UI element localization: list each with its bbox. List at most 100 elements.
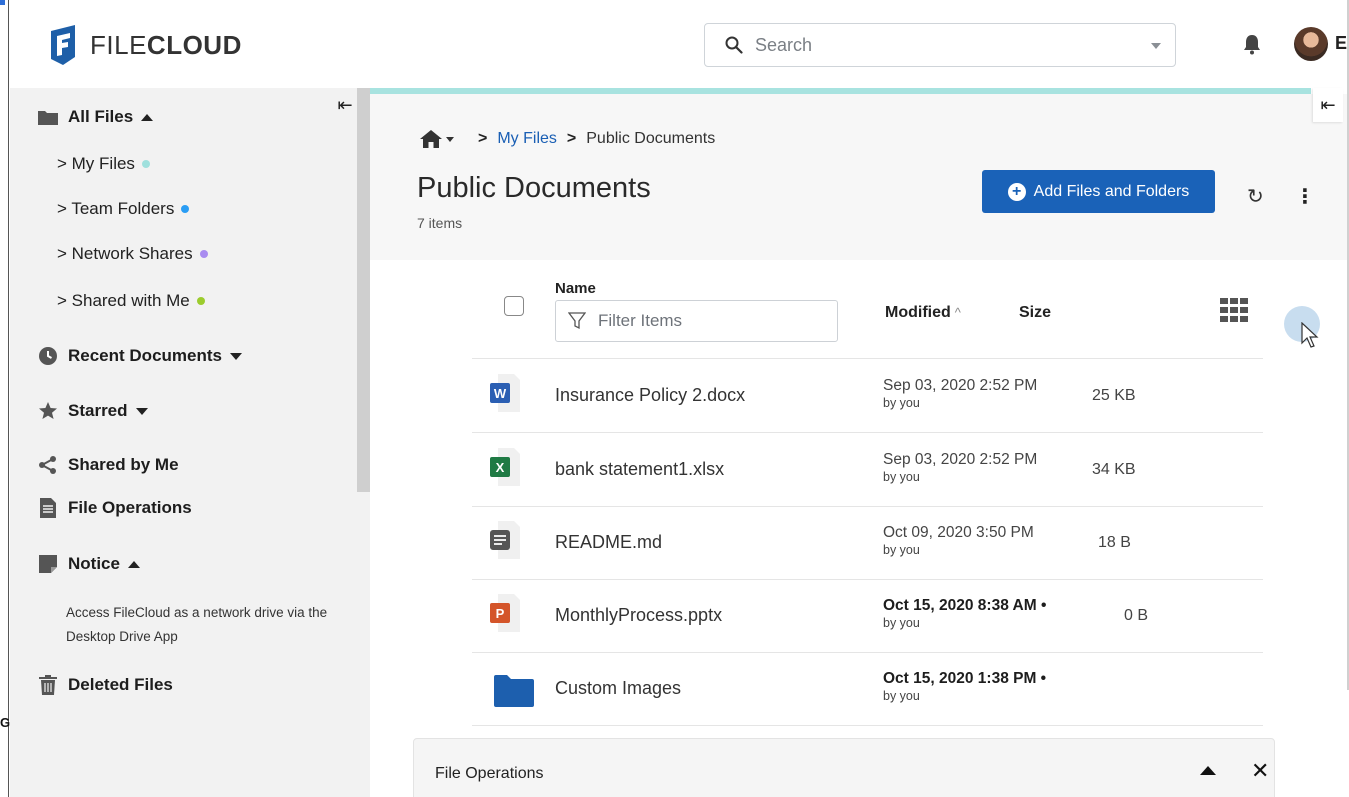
sidebar-item-shared-by-me[interactable]: Shared by Me bbox=[38, 455, 179, 475]
file-row[interactable]: X bank statement1.xlsx Sep 03, 2020 2:52… bbox=[472, 434, 1263, 507]
more-options-icon[interactable]: ⋮ bbox=[1295, 184, 1315, 209]
filecloud-app: FILECLOUD E ⇤ bbox=[10, 0, 1347, 797]
sidebar-item-deleted-files[interactable]: Deleted Files bbox=[38, 675, 173, 695]
refresh-icon[interactable]: ↻ bbox=[1247, 184, 1264, 209]
file-name[interactable]: bank statement1.xlsx bbox=[555, 459, 724, 480]
notice-message: Access FileCloud as a network drive via … bbox=[66, 605, 328, 644]
status-dot bbox=[196, 297, 205, 305]
home-icon[interactable] bbox=[420, 130, 442, 148]
svg-text:X: X bbox=[496, 460, 505, 475]
modified-column-header[interactable]: Modified ^ bbox=[885, 304, 961, 322]
sidebar-item-all-files[interactable]: All Files bbox=[38, 107, 154, 127]
clock-icon bbox=[38, 346, 58, 366]
sidebar-item-shared-with-me[interactable]: > Shared with Me bbox=[57, 291, 205, 311]
sidebar-label: All Files bbox=[68, 107, 134, 126]
file-size: 18 B bbox=[1098, 534, 1131, 551]
sidebar-label: > Shared with Me bbox=[57, 291, 190, 310]
notification-bell-icon[interactable] bbox=[1242, 33, 1262, 55]
expand-arrow-icon bbox=[135, 407, 148, 415]
search-input[interactable] bbox=[755, 34, 1135, 56]
logo-text: FILECLOUD bbox=[90, 29, 242, 60]
modified-date: Oct 15, 2020 8:38 AM • bbox=[883, 597, 1047, 614]
sidebar-label: > Network Shares bbox=[57, 244, 193, 263]
sidebar-item-recent-documents[interactable]: Recent Documents bbox=[38, 346, 242, 366]
modified-date: Oct 15, 2020 1:38 PM • bbox=[883, 670, 1047, 687]
file-operations-panel: File Operations ✕ bbox=[413, 738, 1275, 797]
sidebar-item-file-operations[interactable]: File Operations bbox=[38, 498, 192, 518]
breadcrumb-my-files[interactable]: My Files bbox=[497, 130, 557, 148]
sidebar-scrollbar[interactable] bbox=[357, 88, 370, 492]
svg-text:W: W bbox=[494, 386, 507, 401]
sidebar-item-team-folders[interactable]: > Team Folders bbox=[57, 199, 190, 219]
sidebar-item-notice[interactable]: Notice bbox=[38, 554, 140, 574]
sidebar-label: Notice bbox=[68, 554, 120, 573]
select-all-checkbox[interactable] bbox=[504, 296, 524, 316]
filter-input[interactable] bbox=[598, 311, 818, 331]
collapse-right-panel-icon[interactable]: ⇤ bbox=[1313, 88, 1343, 122]
file-name[interactable]: MonthlyProcess.pptx bbox=[555, 605, 722, 626]
grid-view-icon[interactable] bbox=[1220, 298, 1248, 322]
search-box[interactable] bbox=[704, 23, 1176, 67]
screen-left-edge: Gr bbox=[0, 0, 15, 797]
sidebar-item-network-shares[interactable]: > Network Shares bbox=[57, 244, 208, 264]
text-file-icon bbox=[490, 521, 520, 559]
file-size: 34 KB bbox=[1092, 461, 1136, 478]
status-dot bbox=[181, 205, 190, 213]
sidebar-label: Deleted Files bbox=[68, 675, 173, 694]
expand-arrow-icon bbox=[229, 352, 242, 360]
item-count: 7 items bbox=[417, 215, 463, 231]
file-row[interactable]: W Insurance Policy 2.docx Sep 03, 2020 2… bbox=[472, 360, 1263, 433]
modified-by: by you bbox=[883, 616, 920, 630]
folder-icon bbox=[38, 107, 58, 127]
word-file-icon: W bbox=[490, 374, 520, 412]
mouse-pointer-icon bbox=[1301, 322, 1319, 348]
collapse-arrow-icon bbox=[127, 560, 140, 568]
file-row[interactable]: README.md Oct 09, 2020 3:50 PM by you 18… bbox=[472, 507, 1263, 580]
modified-date: Sep 03, 2020 2:52 PM bbox=[883, 451, 1038, 468]
collapse-sidebar-icon[interactable]: ⇤ bbox=[333, 93, 357, 117]
note-icon bbox=[38, 554, 58, 574]
sidebar-label: Starred bbox=[68, 401, 128, 420]
size-column-header[interactable]: Size bbox=[1019, 304, 1051, 322]
modified-by: by you bbox=[883, 543, 920, 557]
powerpoint-file-icon: P bbox=[490, 594, 520, 632]
file-row[interactable]: P MonthlyProcess.pptx Oct 15, 2020 8:38 … bbox=[472, 580, 1263, 653]
file-row[interactable]: Custom Images Oct 15, 2020 1:38 PM • by … bbox=[472, 653, 1263, 726]
filecloud-logo[interactable]: FILECLOUD bbox=[48, 25, 242, 65]
breadcrumb: > My Files > Public Documents bbox=[420, 130, 715, 148]
file-name[interactable]: Insurance Policy 2.docx bbox=[555, 385, 745, 406]
main-content: > My Files > Public Documents Public Doc… bbox=[370, 88, 1347, 797]
close-icon[interactable]: ✕ bbox=[1251, 758, 1269, 784]
sidebar: ⇤ All Files > My Files > Team Folders > … bbox=[10, 88, 370, 797]
add-files-and-folders-button[interactable]: + Add Files and Folders bbox=[982, 170, 1215, 213]
modified-date: Oct 09, 2020 3:50 PM bbox=[883, 524, 1034, 541]
filter-items-box[interactable] bbox=[555, 300, 838, 342]
file-name[interactable]: README.md bbox=[555, 532, 662, 553]
filecloud-logo-icon bbox=[51, 25, 75, 65]
folder-icon bbox=[494, 675, 534, 707]
collapse-arrow-icon bbox=[141, 113, 154, 121]
file-name[interactable]: Custom Images bbox=[555, 678, 681, 699]
name-column-header[interactable]: Name bbox=[555, 280, 596, 297]
edge-marker bbox=[0, 0, 5, 5]
sidebar-label: Shared by Me bbox=[68, 455, 179, 474]
modified-date: Sep 03, 2020 2:52 PM bbox=[883, 377, 1038, 394]
home-dropdown-icon[interactable] bbox=[446, 136, 454, 142]
breadcrumb-separator: > bbox=[478, 130, 488, 147]
svg-text:P: P bbox=[496, 606, 505, 621]
status-dot bbox=[141, 160, 150, 168]
page-title: Public Documents bbox=[417, 172, 651, 204]
user-name-fragment[interactable]: E bbox=[1335, 33, 1347, 54]
user-avatar[interactable] bbox=[1294, 27, 1328, 61]
modified-by: by you bbox=[883, 396, 920, 410]
sidebar-label: > Team Folders bbox=[57, 199, 175, 218]
folder-header: > My Files > Public Documents Public Doc… bbox=[370, 94, 1347, 260]
search-dropdown-icon[interactable] bbox=[1151, 43, 1161, 49]
sidebar-label: File Operations bbox=[68, 498, 192, 517]
expand-panel-icon[interactable] bbox=[1200, 766, 1216, 775]
sidebar-label: Recent Documents bbox=[68, 346, 222, 365]
modified-by: by you bbox=[883, 470, 920, 484]
file-size: 0 B bbox=[1124, 607, 1149, 624]
sidebar-item-starred[interactable]: Starred bbox=[38, 401, 148, 421]
sidebar-item-my-files[interactable]: > My Files bbox=[57, 154, 150, 174]
